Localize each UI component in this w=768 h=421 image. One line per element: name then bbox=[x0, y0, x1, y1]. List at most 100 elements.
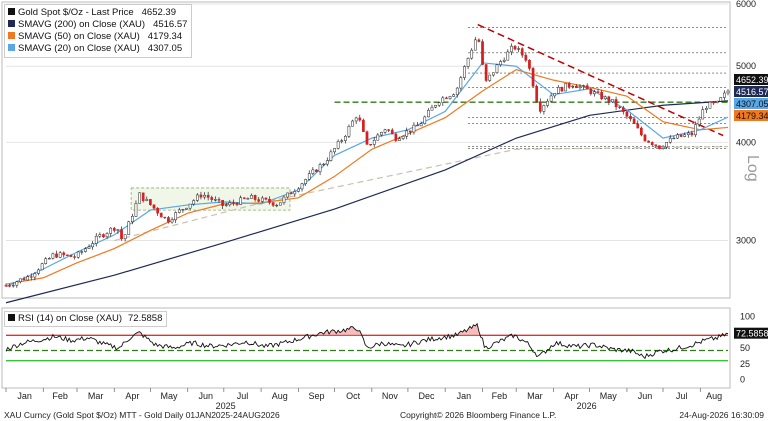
candle-body bbox=[405, 130, 409, 137]
price-tag-text: 4652.39 bbox=[736, 75, 768, 85]
candle-body bbox=[690, 132, 694, 136]
candle-body bbox=[611, 99, 614, 103]
candle-body bbox=[347, 126, 351, 137]
candle-body bbox=[112, 227, 116, 231]
candle-body bbox=[62, 252, 66, 256]
candle-body bbox=[542, 105, 546, 112]
candle-body bbox=[575, 85, 578, 89]
candle-body bbox=[383, 129, 387, 133]
candle-body bbox=[19, 278, 22, 282]
candle-body bbox=[448, 96, 452, 99]
legend-item-price: Gold Spot $/Oz - Last Price 4652.39 bbox=[8, 7, 187, 19]
candle-body bbox=[289, 192, 293, 195]
candle-body bbox=[15, 281, 19, 286]
sma20-line bbox=[5, 62, 729, 288]
candle-body bbox=[87, 246, 91, 249]
candle-body bbox=[416, 124, 419, 127]
candle-body bbox=[538, 101, 542, 112]
legend-value: 4516.57 bbox=[153, 19, 188, 30]
candle-body bbox=[697, 118, 701, 125]
candle-body bbox=[387, 129, 391, 131]
candle-body bbox=[629, 116, 632, 120]
candle-body bbox=[715, 100, 719, 103]
price-tag-text: 4179.34 bbox=[736, 111, 768, 121]
candle-body bbox=[463, 66, 466, 78]
gold-chart: 3000400050006000 4652.394516.574307.0541… bbox=[1, 0, 768, 411]
legend-value: 72.5858 bbox=[128, 313, 163, 324]
log-scale-label: Log bbox=[744, 155, 761, 182]
candle-body bbox=[325, 160, 329, 165]
candle-body bbox=[268, 198, 271, 203]
rsi-y-axis: 025507510072.5858 bbox=[734, 311, 768, 385]
candle-body bbox=[44, 258, 48, 264]
legend-label: Gold Spot $/Oz - Last Price bbox=[18, 7, 134, 18]
candle-body bbox=[40, 263, 44, 271]
candle-body bbox=[654, 144, 658, 146]
candle-body bbox=[293, 191, 297, 195]
candle-body bbox=[152, 204, 156, 209]
candle-body bbox=[632, 118, 636, 125]
month-label: Jun bbox=[638, 391, 653, 401]
candle-body bbox=[311, 169, 315, 174]
month-label: Mar bbox=[527, 391, 543, 401]
legend-value: 4652.39 bbox=[141, 7, 176, 18]
candle-body bbox=[607, 96, 611, 103]
candle-body bbox=[138, 192, 141, 204]
candle-body bbox=[484, 64, 488, 81]
candle-body bbox=[257, 199, 261, 202]
price-tick-label: 4000 bbox=[736, 137, 756, 147]
candle-body bbox=[535, 85, 539, 102]
candle-body bbox=[564, 83, 567, 92]
candle-body bbox=[658, 145, 661, 149]
candle-body bbox=[621, 107, 625, 113]
candle-body bbox=[704, 107, 708, 110]
candle-body bbox=[84, 248, 87, 252]
month-label: Feb bbox=[52, 391, 68, 401]
legend-swatch bbox=[8, 44, 15, 51]
candle-body bbox=[318, 164, 322, 173]
candle-body bbox=[401, 136, 405, 139]
candle-body bbox=[408, 130, 412, 133]
candle-body bbox=[76, 251, 80, 258]
candle-body bbox=[47, 258, 51, 260]
candle-body bbox=[712, 101, 715, 104]
legend-swatch bbox=[8, 20, 15, 27]
month-label: Aug bbox=[272, 391, 288, 401]
candle-body bbox=[271, 202, 275, 206]
month-label: Oct bbox=[346, 391, 361, 401]
candle-body bbox=[163, 216, 167, 219]
candle-body bbox=[520, 48, 524, 56]
candle-body bbox=[636, 123, 640, 129]
candle-body bbox=[58, 252, 62, 258]
candle-body bbox=[380, 132, 383, 136]
month-label: Jan bbox=[457, 391, 472, 401]
candle-body bbox=[260, 197, 264, 202]
price-legend: Gold Spot $/Oz - Last Price 4652.39 SMAVG… bbox=[4, 4, 193, 58]
candle-body bbox=[69, 254, 73, 257]
candle-body bbox=[640, 127, 643, 136]
candle-body bbox=[304, 179, 307, 184]
candle-body bbox=[668, 137, 672, 143]
month-label: Jul bbox=[237, 391, 249, 401]
candle-body bbox=[214, 199, 217, 201]
candle-body bbox=[123, 234, 127, 240]
month-label: May bbox=[600, 391, 618, 401]
rsi-grid bbox=[6, 334, 728, 362]
candle-body bbox=[358, 117, 362, 121]
price-tag-text: 4307.05 bbox=[736, 99, 768, 109]
candle-body bbox=[531, 68, 535, 87]
candle-body bbox=[66, 254, 69, 256]
candle-body bbox=[650, 142, 654, 145]
candle-body bbox=[683, 134, 687, 137]
price-tick-label: 3000 bbox=[736, 236, 756, 246]
legend-swatch bbox=[8, 32, 15, 39]
month-label: Sep bbox=[308, 391, 324, 401]
candle-body bbox=[279, 202, 282, 206]
candle-body bbox=[600, 91, 603, 100]
candle-body bbox=[4, 285, 8, 287]
candle-body bbox=[492, 72, 495, 76]
candle-body bbox=[167, 217, 170, 223]
rsi-line bbox=[5, 322, 729, 360]
candle-body bbox=[105, 233, 109, 238]
candle-body bbox=[578, 86, 582, 89]
